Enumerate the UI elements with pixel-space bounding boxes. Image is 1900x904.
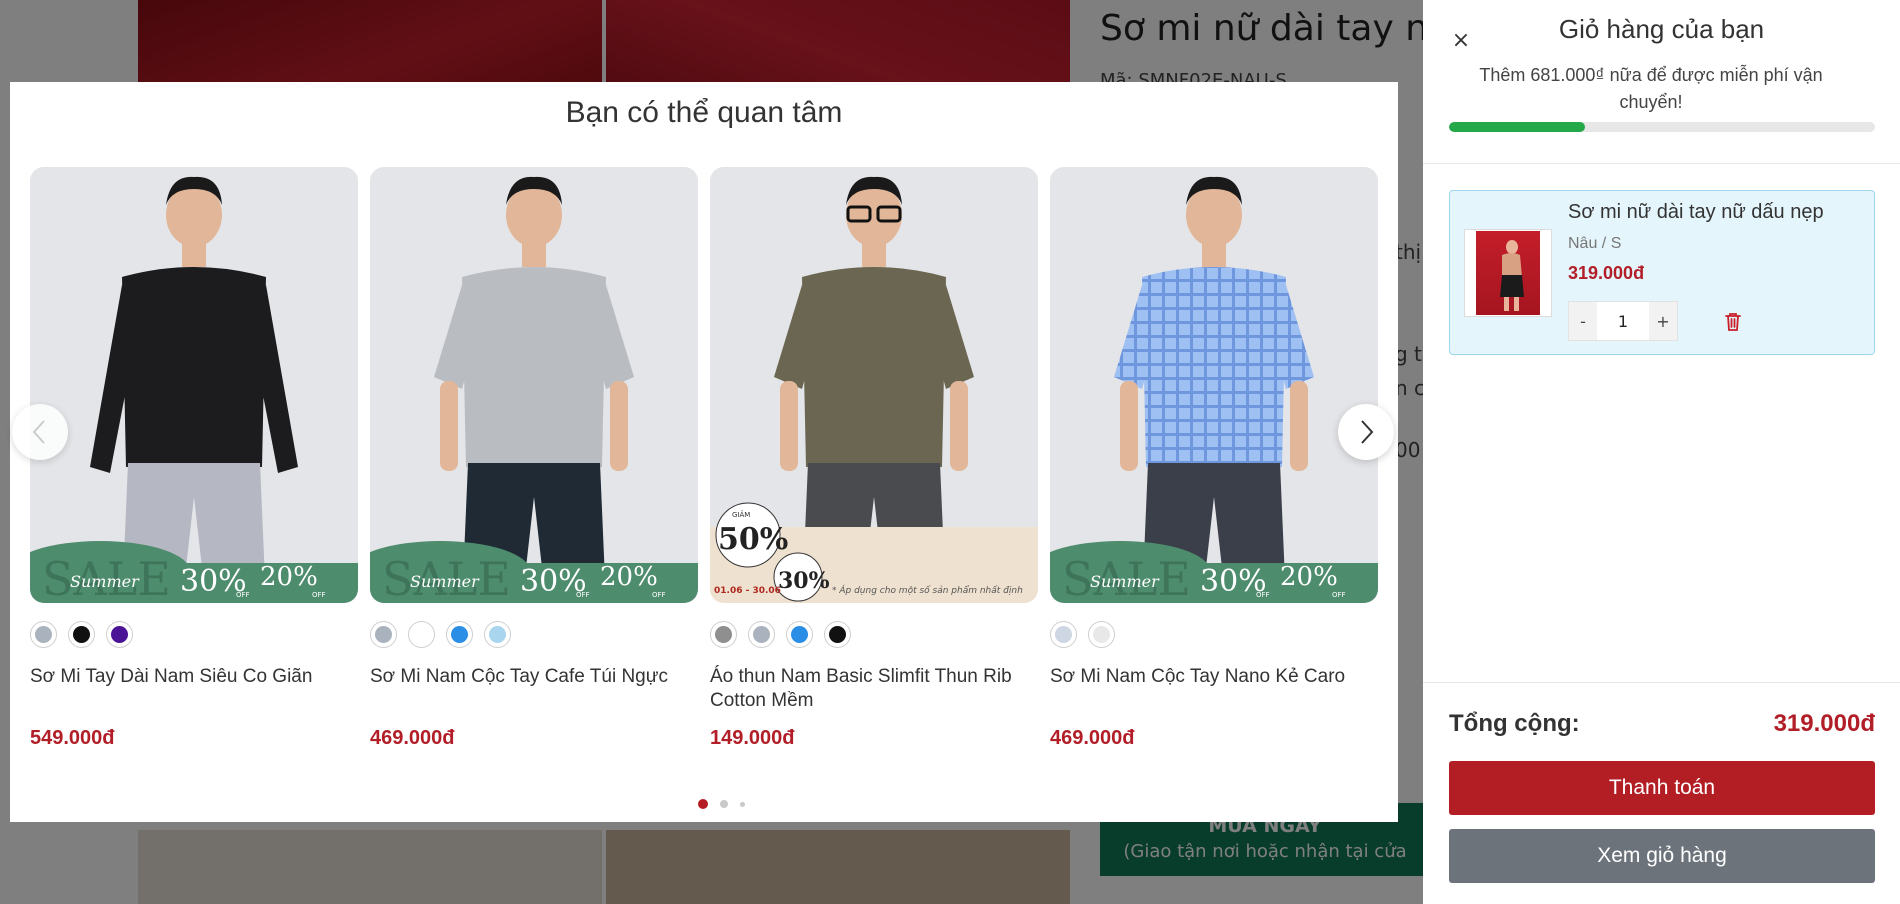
svg-text:OFF: OFF: [652, 591, 666, 599]
color-swatch[interactable]: [106, 621, 133, 648]
svg-text:OFF: OFF: [312, 591, 326, 599]
checkout-button[interactable]: Thanh toán: [1449, 761, 1875, 815]
carousel-prev-button[interactable]: [12, 404, 68, 460]
color-swatches: [370, 621, 698, 649]
product-name[interactable]: Sơ Mi Nam Cộc Tay Nano Kẻ Caro: [1050, 665, 1378, 717]
color-swatch[interactable]: [1088, 621, 1115, 648]
color-swatch[interactable]: [408, 621, 435, 648]
product-name[interactable]: Sơ Mi Tay Dài Nam Siêu Co Giãn: [30, 665, 358, 717]
svg-text:Summer: Summer: [70, 572, 140, 591]
product-image[interactable]: SALE Summer 30% 20% OFF OFF: [30, 167, 358, 603]
divider: [1423, 163, 1900, 164]
color-swatch[interactable]: [786, 621, 813, 648]
product-image[interactable]: SALE Summer 30% 20% OFF OFF: [1050, 167, 1378, 603]
cart-title: Giỏ hàng của bạn: [1558, 14, 1765, 44]
svg-text:Summer: Summer: [410, 572, 480, 591]
color-swatches: [30, 621, 358, 649]
quantity-input[interactable]: 1: [1597, 302, 1649, 340]
cart-item-name[interactable]: Sơ mi nữ dài tay nữ dấu nẹp: [1568, 201, 1824, 224]
color-swatch[interactable]: [710, 621, 737, 648]
product-card[interactable]: SALE Summer 30% 20% OFF OFF Sơ Mi Nam Cộc Tay …: [1050, 167, 1378, 750]
color-swatches: [710, 621, 1038, 649]
trash-icon[interactable]: [1722, 311, 1744, 333]
total-label: Tổng cộng:: [1449, 710, 1580, 737]
chevron-left-icon: [32, 420, 45, 444]
product-name[interactable]: Áo thun Nam Basic Slimfit Thun Rib Cotto…: [710, 665, 1038, 717]
carousel-dot[interactable]: [740, 801, 745, 807]
cart-item-price: 319.000đ: [1568, 263, 1645, 283]
carousel-dot[interactable]: [720, 800, 728, 808]
cart-item-image: [1476, 231, 1540, 315]
svg-text:01.06 - 30.06: 01.06 - 30.06: [714, 586, 781, 596]
svg-text:OFF: OFF: [576, 591, 590, 599]
color-swatch[interactable]: [30, 621, 57, 648]
product-price: 469.000đ: [370, 727, 455, 749]
product-price: 549.000đ: [30, 727, 115, 749]
product-card[interactable]: SALE Summer 30% 20% OFF OFF Sơ Mi Tay Dài Nam …: [30, 167, 358, 750]
svg-text:* Áp dụng cho một số sản phẩm: * Áp dụng cho một số sản phẩm nhất định: [832, 584, 1023, 596]
cart-item: Sơ mi nữ dài tay nữ dấu nẹp Nâu / S 319.…: [1449, 190, 1875, 355]
svg-text:GIẢM: GIẢM: [732, 510, 750, 519]
free-shipping-message: Thêm 681.000₫ nữa để được miễn phí vận c…: [1479, 65, 1823, 112]
product-card[interactable]: GIẢM 50% 30% 01.06 - 30.06 * Áp dụng cho một…: [710, 167, 1038, 750]
color-swatch[interactable]: [484, 621, 511, 648]
product-image[interactable]: SALE Summer 30% 20% OFF OFF: [370, 167, 698, 603]
product-name[interactable]: Sơ Mi Nam Cộc Tay Cafe Túi Ngực: [370, 665, 698, 717]
quantity-stepper: - 1 +: [1568, 301, 1678, 341]
product-card[interactable]: SALE Summer 30% 20% OFF OFF Sơ Mi Nam Cộc Tay …: [370, 167, 698, 750]
quantity-increase-button[interactable]: +: [1649, 302, 1677, 340]
svg-text:30%: 30%: [778, 568, 830, 594]
cart-item-variant: Nâu / S: [1568, 235, 1622, 252]
quantity-decrease-button[interactable]: -: [1569, 302, 1597, 340]
color-swatches: [1050, 621, 1378, 649]
cart-item-thumbnail[interactable]: [1464, 229, 1552, 317]
product-image[interactable]: GIẢM 50% 30% 01.06 - 30.06 * Áp dụng cho một…: [710, 167, 1038, 603]
color-swatch[interactable]: [446, 621, 473, 648]
free-shipping-progress: [1449, 122, 1875, 132]
free-shipping-progress-fill: [1449, 122, 1586, 132]
recommendation-modal: Bạn có thể quan tâm SALE Summer 30% 20% OFF O…: [10, 82, 1398, 822]
color-swatch[interactable]: [68, 621, 95, 648]
chevron-right-icon: [1361, 420, 1374, 444]
cart-drawer: × Giỏ hàng của bạn Thêm 681.000₫ nữa để …: [1423, 0, 1900, 904]
divider: [1423, 682, 1900, 683]
svg-text:OFF: OFF: [1256, 591, 1270, 599]
svg-text:20%: 20%: [1280, 562, 1338, 592]
total-value: 319.000đ: [1773, 710, 1875, 737]
svg-text:50%: 50%: [718, 522, 788, 557]
view-cart-button[interactable]: Xem giỏ hàng: [1449, 829, 1875, 883]
svg-text:Summer: Summer: [1090, 572, 1160, 591]
svg-text:OFF: OFF: [236, 591, 250, 599]
color-swatch[interactable]: [370, 621, 397, 648]
svg-text:20%: 20%: [600, 562, 658, 592]
color-swatch[interactable]: [824, 621, 851, 648]
product-price: 469.000đ: [1050, 727, 1135, 749]
modal-title: Bạn có thể quan tâm: [565, 96, 843, 129]
color-swatch[interactable]: [748, 621, 775, 648]
color-swatch[interactable]: [1050, 621, 1077, 648]
svg-text:20%: 20%: [260, 562, 318, 592]
carousel-next-button[interactable]: [1338, 404, 1394, 460]
svg-text:OFF: OFF: [1332, 591, 1346, 599]
carousel-pagination: [698, 799, 745, 809]
product-price: 149.000đ: [710, 727, 795, 749]
carousel-dot[interactable]: [698, 799, 708, 809]
